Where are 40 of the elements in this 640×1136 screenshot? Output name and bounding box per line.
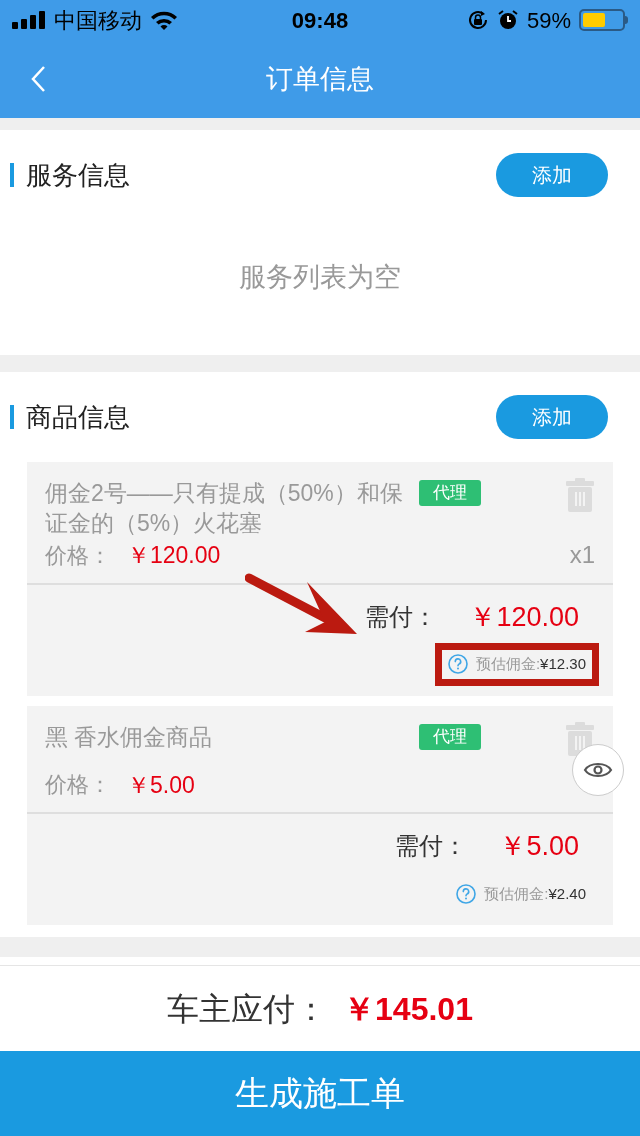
wifi-icon — [150, 10, 178, 30]
help-icon[interactable] — [447, 654, 468, 675]
product-name: 黑 香水佣金商品 — [45, 722, 214, 752]
total-amount: ￥145.01 — [343, 989, 473, 1029]
section-marker — [10, 405, 14, 429]
due-label: 需付： — [365, 601, 438, 632]
submit-button[interactable]: 生成施工单 — [0, 1051, 640, 1136]
signal-icon — [12, 11, 46, 29]
commission-value: ¥2.40 — [548, 883, 586, 904]
section-marker — [10, 163, 14, 187]
agent-tag: 代理 — [419, 723, 481, 750]
alarm-icon — [496, 9, 519, 31]
commission-label: 预估佣金: — [484, 883, 549, 904]
product-name: 佣金2号——只有提成（50%）和保证金的（5%）火花塞 — [45, 479, 404, 538]
empty-message: 服务列表为空 — [239, 261, 401, 295]
price-label: 价格： — [45, 541, 111, 570]
section-title: 商品信息 — [26, 400, 130, 434]
battery-percent: 59% — [526, 6, 571, 35]
rotation-lock-icon — [466, 9, 489, 31]
eye-icon — [583, 760, 613, 780]
battery-icon — [579, 9, 628, 31]
add-button[interactable]: 添加 — [496, 395, 608, 439]
total-label: 车主应付： — [167, 989, 328, 1029]
section-title: 服务信息 — [26, 158, 130, 192]
add-button[interactable]: 添加 — [496, 153, 608, 197]
price-label: 价格： — [45, 771, 111, 800]
price: ￥5.00 — [127, 770, 195, 800]
clock: 09:48 — [291, 6, 349, 35]
commission-label: 预估佣金: — [475, 654, 541, 674]
quantity: x1 — [569, 539, 595, 570]
due-label: 需付： — [395, 831, 468, 862]
agent-tag: 代理 — [419, 480, 481, 506]
due-amount: ￥5.00 — [499, 830, 579, 863]
due-amount: ￥120.00 — [469, 600, 579, 634]
back-icon[interactable] — [30, 65, 46, 93]
commission-value: ¥12.30 — [540, 654, 586, 674]
help-icon[interactable] — [456, 883, 477, 904]
price: ￥120.00 — [127, 541, 221, 570]
page-title: 订单信息 — [266, 62, 374, 96]
carrier-name: 中国移动 — [54, 6, 142, 35]
